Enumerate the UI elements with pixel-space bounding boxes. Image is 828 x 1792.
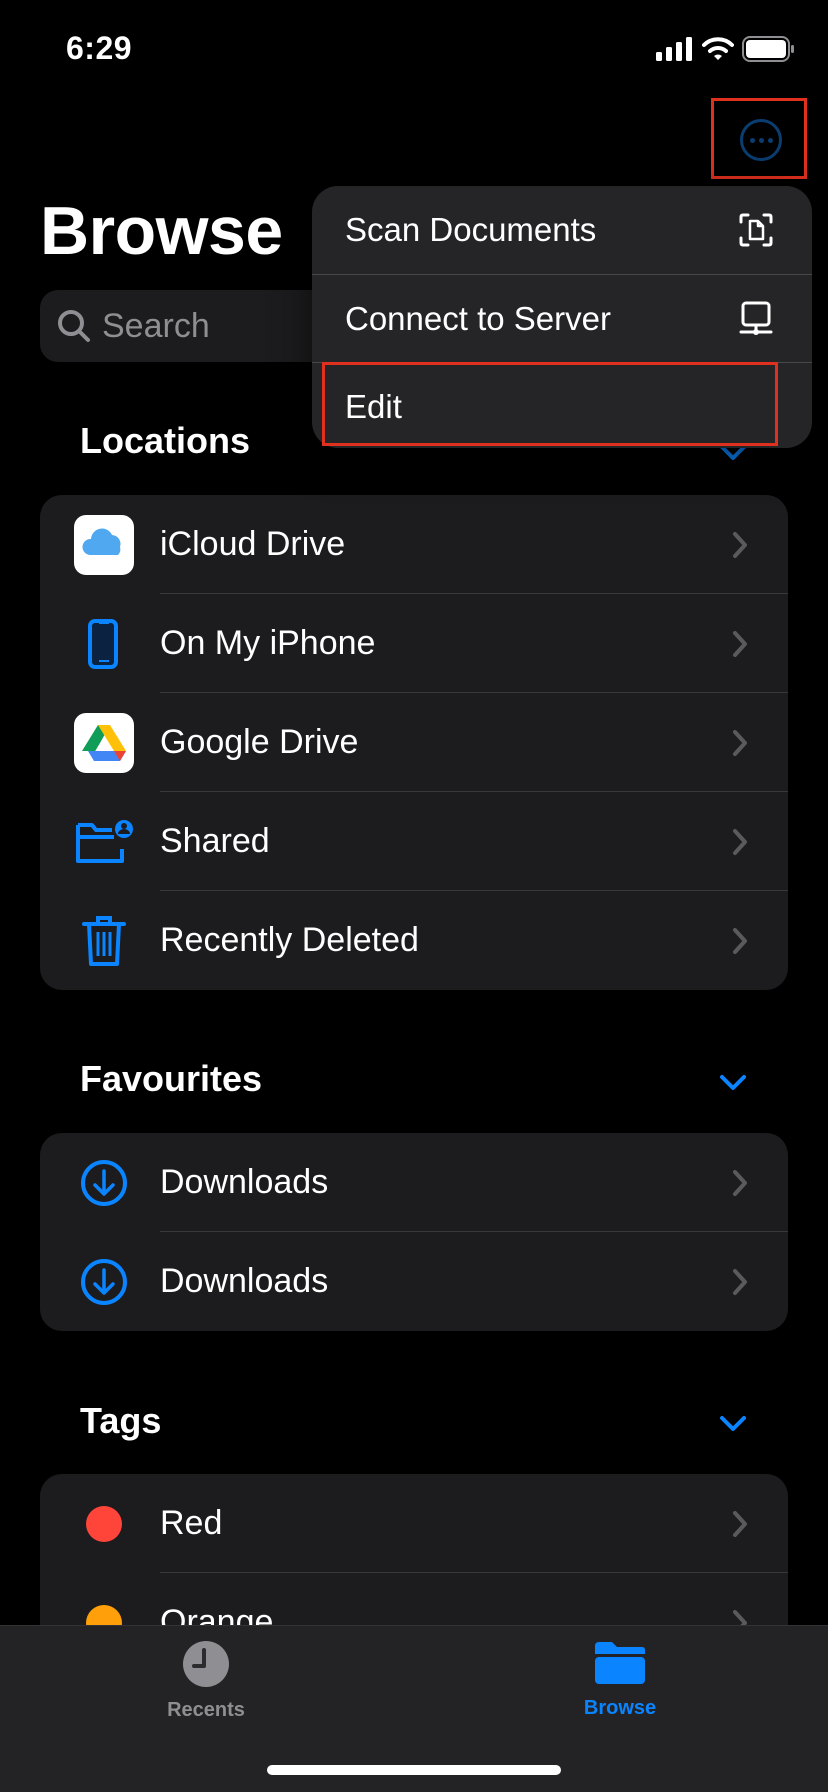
home-indicator[interactable] (267, 1765, 561, 1775)
tab-recents[interactable]: Recents (146, 1640, 266, 1722)
tag-dot-red (86, 1505, 122, 1542)
menu-item-label: Edit (345, 387, 402, 425)
download-circle-icon (74, 1252, 134, 1312)
chevron-right-icon (733, 1169, 747, 1196)
chevron-right-icon (733, 630, 747, 657)
search-icon (58, 310, 90, 342)
cellular-signal-icon (656, 37, 692, 61)
list-item-on-my-iphone[interactable]: On My iPhone (40, 594, 788, 693)
chevron-right-icon (733, 1510, 747, 1537)
favourites-list: Downloads Downloads (40, 1133, 788, 1331)
tab-label: Browse (583, 1697, 657, 1719)
more-menu: Scan Documents Connect to Server Edit (312, 186, 812, 448)
list-item-label: Red (160, 1504, 223, 1542)
status-icons (656, 36, 796, 62)
chevron-down-icon[interactable] (718, 1414, 748, 1434)
list-item-label: Downloads (160, 1163, 329, 1201)
menu-item-scan-documents[interactable]: Scan Documents (312, 186, 812, 274)
status-time: 6:29 (66, 30, 133, 66)
list-item-tag-red[interactable]: Red (40, 1474, 788, 1573)
list-item-label: On My iPhone (160, 624, 376, 662)
wifi-icon (702, 37, 734, 60)
list-item-label: Recently Deleted (160, 921, 419, 959)
chevron-down-icon[interactable] (718, 1073, 748, 1093)
section-header-favourites: Favourites (80, 1058, 263, 1099)
locations-list: iCloud Drive On My iPhone Google Drive S… (40, 495, 788, 990)
chevron-right-icon (733, 927, 747, 954)
list-item-downloads[interactable]: Downloads (40, 1133, 788, 1232)
search-placeholder: Search (102, 306, 210, 345)
clock-icon (183, 1641, 229, 1687)
list-item-label: Downloads (160, 1262, 329, 1300)
chevron-right-icon (733, 1268, 747, 1295)
shared-folder-icon (74, 812, 134, 872)
list-item-google-drive[interactable]: Google Drive (40, 693, 788, 792)
list-item-shared[interactable]: Shared (40, 792, 788, 891)
battery-icon (742, 36, 794, 62)
list-item-label: Google Drive (160, 723, 359, 761)
section-header-locations: Locations (80, 420, 251, 461)
google-drive-icon (74, 712, 134, 773)
folder-icon (595, 1642, 645, 1684)
menu-item-edit[interactable]: Edit (312, 362, 812, 448)
trash-icon (74, 911, 134, 971)
list-item-label: Shared (160, 822, 270, 860)
list-item-label: iCloud Drive (160, 525, 346, 563)
tab-label: Recents (167, 1699, 245, 1721)
menu-item-label: Scan Documents (345, 211, 597, 248)
more-button[interactable] (740, 119, 782, 161)
more-icon-dot (758, 137, 764, 143)
server-icon (739, 301, 773, 335)
menu-item-label: Connect to Server (345, 299, 611, 337)
list-item-recently-deleted[interactable]: Recently Deleted (40, 891, 788, 990)
download-circle-icon (74, 1153, 134, 1213)
scan-document-icon (739, 213, 773, 247)
icloud-icon (74, 514, 134, 575)
list-item-downloads[interactable]: Downloads (40, 1232, 788, 1331)
tab-browse[interactable]: Browse (560, 1640, 680, 1720)
more-icon-dot (767, 137, 773, 143)
tag-color-dot-icon (74, 1494, 134, 1554)
chevron-right-icon (733, 828, 747, 855)
page-title: Browse (40, 193, 283, 269)
section-header-tags: Tags (80, 1400, 162, 1441)
more-icon-dot (749, 137, 755, 143)
chevron-right-icon (733, 729, 747, 756)
list-item-icloud-drive[interactable]: iCloud Drive (40, 495, 788, 594)
chevron-right-icon (733, 531, 747, 558)
menu-item-connect-to-server[interactable]: Connect to Server (312, 274, 812, 362)
iphone-icon (74, 614, 134, 674)
